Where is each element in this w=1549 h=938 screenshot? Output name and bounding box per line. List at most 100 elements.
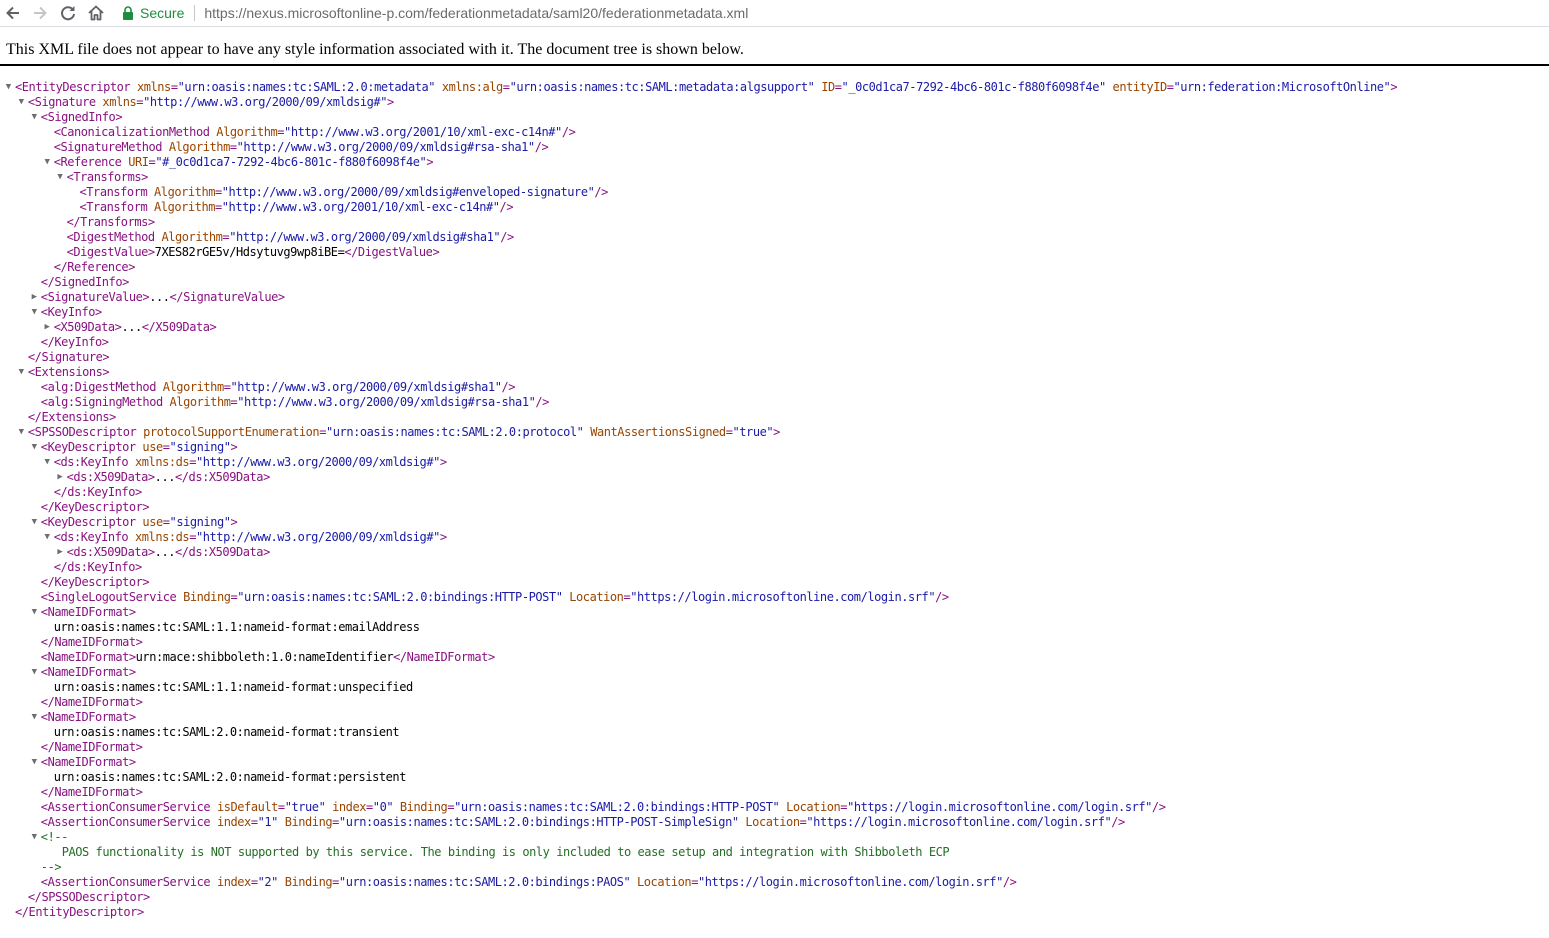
collapse-triangle-icon[interactable]: ▼ — [56, 170, 65, 185]
closing-tag: </ds:X509Data> — [175, 470, 270, 484]
collapse-triangle-icon[interactable]: ▼ — [17, 365, 26, 380]
tag-bracket: > — [1390, 80, 1398, 94]
collapse-triangle-icon[interactable]: ▼ — [30, 110, 39, 125]
closing-tag: </NameIDFormat> — [40, 695, 143, 709]
collapse-triangle-icon[interactable]: ▼ — [4, 80, 13, 95]
element-text: urn:oasis:names:tc:SAML:1.1:nameid-forma… — [53, 680, 414, 694]
tag-name: <DigestMethod — [66, 230, 156, 244]
attribute-value: "#_0c0d1ca7-7292-4bc6-801c-f880f6098f4e" — [155, 155, 427, 169]
element-text: ... — [149, 290, 170, 304]
attribute-value: "https://login.microsoftonline.com/login… — [698, 875, 1003, 889]
xml-line: </Signature> — [28, 350, 110, 365]
attribute-name: xmlns — [95, 95, 137, 109]
collapse-triangle-icon[interactable]: ▼ — [30, 515, 39, 530]
tag-bracket: > — [147, 470, 155, 484]
closing-tag: </SignatureValue> — [169, 290, 286, 304]
omnibox-separator — [194, 4, 196, 21]
collapse-triangle-icon[interactable]: ▼ — [30, 665, 39, 680]
collapse-triangle-icon[interactable]: ▼ — [30, 830, 39, 845]
xml-line: </KeyDescriptor> — [40, 500, 150, 515]
attribute-value: "true" — [732, 425, 774, 439]
xml-line: --> — [41, 860, 62, 875]
attribute-value: "http://www.w3.org/2000/09/xmldsig#" — [195, 455, 440, 469]
xml-line: <alg:SigningMethod Algorithm="http://www… — [41, 395, 550, 410]
back-button[interactable] — [3, 3, 23, 23]
xml-line: <Extensions> — [28, 365, 110, 380]
tag-bracket: /> — [561, 125, 576, 139]
collapse-triangle-icon[interactable]: ▼ — [17, 425, 26, 440]
closing-tag: </KeyDescriptor> — [40, 500, 150, 514]
attribute-name: Algorithm — [154, 230, 223, 244]
collapse-triangle-icon[interactable]: ▼ — [43, 455, 52, 470]
tag-bracket: > — [102, 365, 110, 379]
collapse-triangle-icon[interactable]: ▼ — [43, 155, 52, 170]
attribute-equals: = — [319, 425, 326, 439]
closing-tag: </NameIDFormat> — [40, 740, 143, 754]
collapse-triangle-icon[interactable]: ▼ — [30, 605, 39, 620]
attribute-equals: = — [332, 875, 339, 889]
closing-tag: </NameIDFormat> — [40, 635, 143, 649]
tag-name: <ds:KeyInfo — [53, 455, 129, 469]
tag-name: <Transform — [79, 185, 148, 199]
tag-bracket: > — [386, 95, 394, 109]
tag-bracket: > — [95, 305, 102, 319]
forward-button[interactable] — [30, 3, 50, 23]
expand-triangle-icon[interactable]: ▶ — [43, 320, 52, 335]
tag-bracket: /> — [499, 200, 514, 214]
collapse-triangle-icon[interactable]: ▼ — [30, 755, 39, 770]
attribute-name: WantAssertionsSigned — [583, 425, 726, 439]
xml-line: <!-- — [40, 830, 69, 845]
xml-line: <ds:X509Data>...</ds:X509Data> — [67, 470, 271, 485]
secure-label[interactable]: Secure — [140, 5, 184, 21]
closing-tag: </SPSSODescriptor> — [27, 890, 150, 904]
xml-line: <SingleLogoutService Binding="urn:oasis:… — [41, 590, 949, 605]
closing-tag: </DigestValue> — [344, 245, 440, 259]
tag-name: <SignatureValue — [40, 290, 143, 304]
expand-triangle-icon[interactable]: ▶ — [56, 470, 65, 485]
collapse-triangle-icon[interactable]: ▼ — [43, 530, 52, 545]
xml-line: <SignatureValue>...</SignatureValue> — [41, 290, 285, 305]
xml-line: <DigestMethod Algorithm="http://www.w3.o… — [66, 230, 515, 245]
tag-bracket: > — [439, 530, 447, 544]
closing-tag: </ds:KeyInfo> — [53, 485, 143, 499]
attribute-name: Binding — [393, 800, 448, 814]
element-text: urn:mace:shibboleth:1.0:nameIdentifier — [135, 650, 394, 664]
attribute-value: "signing" — [169, 515, 231, 529]
xml-line: <KeyDescriptor use="signing"> — [41, 515, 238, 530]
collapse-triangle-icon[interactable]: ▼ — [30, 710, 39, 725]
tag-bracket: /> — [1111, 815, 1125, 829]
tag-name: <KeyDescriptor — [40, 515, 136, 529]
attribute-value: "http://www.w3.org/2000/09/xmldsig#" — [195, 530, 440, 544]
xml-line: </Transforms> — [67, 215, 156, 230]
collapse-triangle-icon[interactable]: ▼ — [30, 305, 39, 320]
collapse-triangle-icon[interactable]: ▼ — [17, 95, 26, 110]
element-text: urn:oasis:names:tc:SAML:1.1:nameid-forma… — [53, 620, 420, 634]
reload-button[interactable] — [58, 3, 78, 23]
attribute-name: Location — [779, 800, 841, 814]
attribute-equals: = — [162, 440, 170, 454]
tag-bracket: /> — [594, 185, 608, 199]
attribute-value: "http://www.w3.org/2001/10/xml-exc-c14n#… — [284, 125, 562, 139]
attribute-name: Algorithm — [147, 185, 215, 199]
xml-line: urn:oasis:names:tc:SAML:1.1:nameid-forma… — [53, 680, 414, 695]
home-button[interactable] — [86, 3, 106, 23]
tag-name: <alg:DigestMethod — [40, 380, 157, 394]
xml-info-header: This XML file does not appear to have an… — [0, 26, 1549, 66]
xml-line: <NameIDFormat> — [41, 605, 136, 620]
xml-line: <alg:DigestMethod Algorithm="http://www.… — [40, 380, 516, 395]
expand-triangle-icon[interactable]: ▶ — [30, 290, 39, 305]
tag-bracket: > — [147, 545, 155, 559]
address-bar[interactable]: Secure https:// nexus.microsoftonline-p.… — [114, 1, 1544, 24]
expand-triangle-icon[interactable]: ▶ — [56, 545, 65, 560]
attribute-value: "0" — [372, 800, 394, 814]
attribute-name: Algorithm — [209, 125, 278, 139]
attribute-name: index — [325, 800, 367, 814]
attribute-equals: = — [332, 815, 339, 829]
xml-line: <Transforms> — [67, 170, 149, 185]
collapse-triangle-icon[interactable]: ▼ — [30, 440, 39, 455]
tag-name: <ds:X509Data — [66, 545, 149, 559]
attribute-name: xmlns:ds — [128, 455, 190, 469]
xml-comment: <!-- — [40, 830, 69, 844]
attribute-name: xmlns:ds — [128, 530, 190, 544]
tag-bracket: /> — [1151, 800, 1166, 814]
